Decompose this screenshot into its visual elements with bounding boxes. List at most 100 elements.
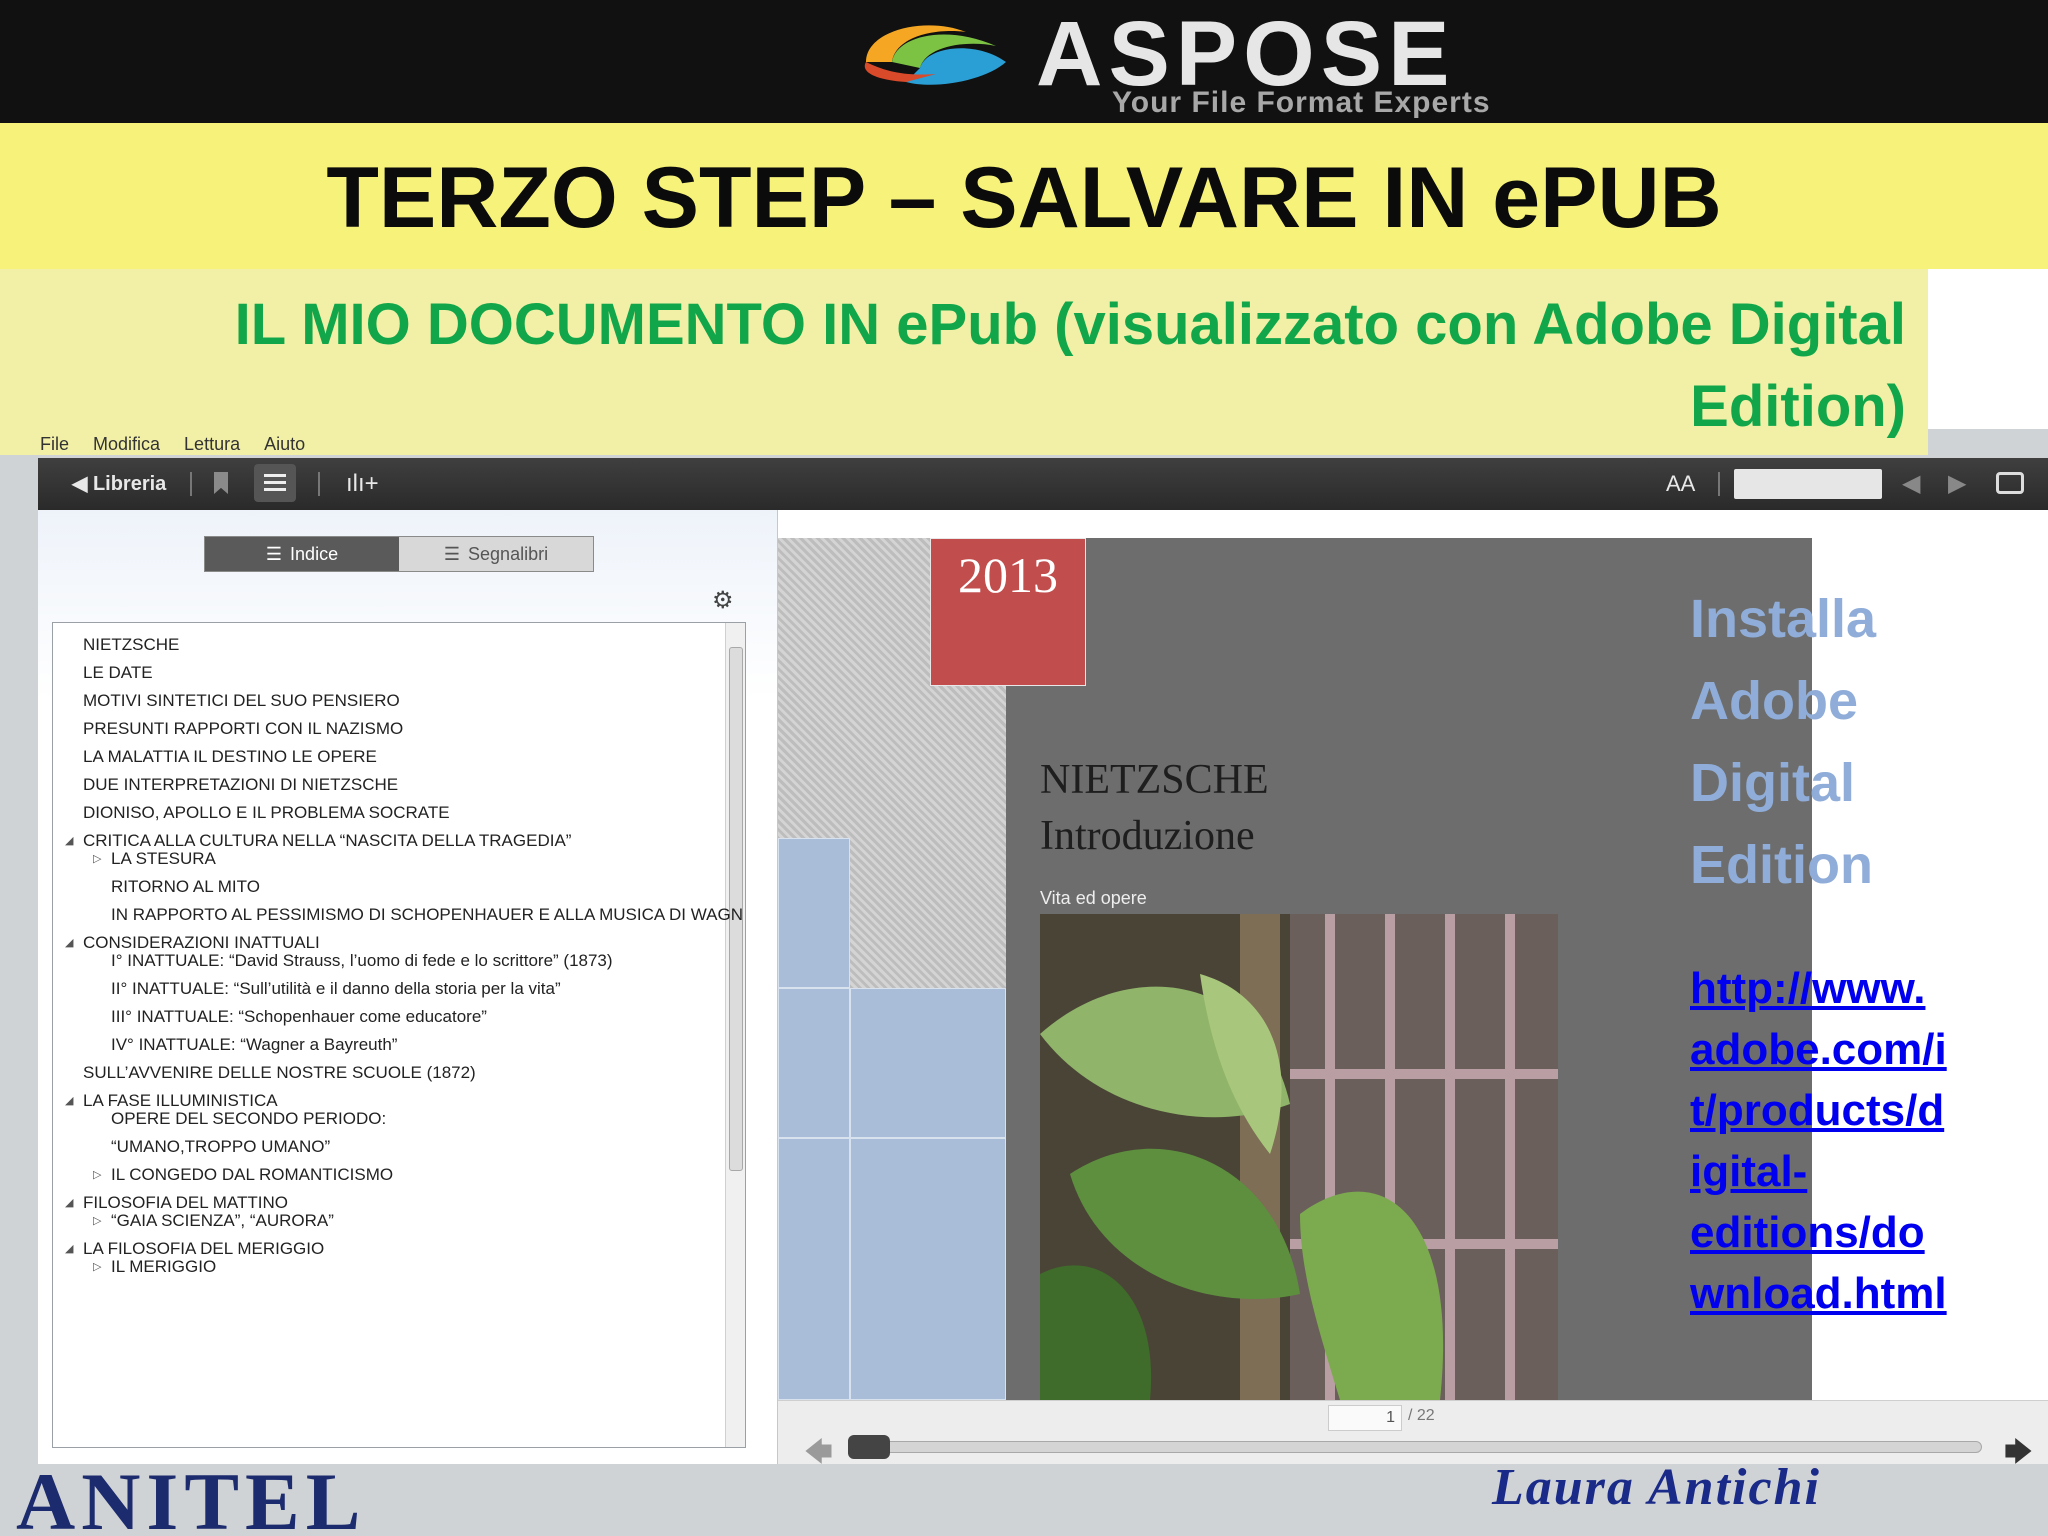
slide: ASPOSE Your File Format Experts TERZO ST…: [0, 0, 2048, 1536]
aspose-tagline: Your File Format Experts: [1112, 86, 1491, 119]
expanded-triangle-icon[interactable]: ◢: [65, 1196, 73, 1209]
reader-pager: 1 / 22 🡄 🡆: [778, 1400, 2048, 1467]
toc-item[interactable]: LA FASE ILLUMINISTICA: [83, 1091, 278, 1111]
toc-item[interactable]: LE DATE: [83, 663, 153, 683]
toc-item[interactable]: III° INATTUALE: “Schopenhauer come educa…: [111, 1007, 487, 1027]
toc-list-button[interactable]: [254, 464, 296, 502]
collapsed-triangle-icon[interactable]: ▷: [93, 852, 101, 865]
next-page-arrow-icon[interactable]: 🡆: [2004, 1431, 2033, 1479]
aspose-banner: [0, 0, 2048, 123]
font-size-icon[interactable]: AA: [1666, 458, 1695, 510]
toc-panel: ☰ Indice ☰ Segnalibri ⚙ NIETZSCHE LE DATE…: [38, 510, 778, 1464]
toolbar-divider: [1718, 472, 1720, 496]
tab-segnalibri[interactable]: ☰ Segnalibri: [399, 537, 593, 571]
cover-title-line: Introduzione: [1040, 813, 1255, 859]
install-line: Digital: [1690, 753, 1856, 813]
page-number-input[interactable]: 1: [1328, 1405, 1402, 1431]
link-line[interactable]: http://www.: [1690, 958, 1947, 1019]
toolbar-divider: [318, 472, 320, 496]
menu-bar: File Modifica Lettura Aiuto: [30, 430, 2048, 458]
previous-page-arrow-icon[interactable]: 🡄: [804, 1431, 833, 1479]
install-adobe-text: Installa Adobe Digital Edition: [1690, 578, 1876, 906]
cover-blue-tile: [778, 1138, 850, 1400]
reader-toolbar: ◀ Libreria ılı+ AA ◀ ▶: [38, 458, 2048, 510]
menu-aiuto[interactable]: Aiuto: [264, 434, 305, 455]
toc-item[interactable]: IN RAPPORTO AL PESSIMISMO DI SCHOPENHAUE…: [111, 905, 743, 925]
page-total: / 22: [1408, 1407, 1435, 1424]
toc-item[interactable]: LA MALATTIA IL DESTINO LE OPERE: [83, 747, 377, 767]
expanded-triangle-icon[interactable]: ◢: [65, 1242, 73, 1255]
toc-item[interactable]: I° INATTUALE: “David Strauss, l’uomo di …: [111, 951, 613, 971]
cover-plant-photo: [1040, 914, 1558, 1400]
tab-indice-label: Indice: [290, 543, 339, 564]
install-line: Edition: [1690, 835, 1873, 895]
toc-item[interactable]: FILOSOFIA DEL MATTINO: [83, 1193, 288, 1213]
toc-item[interactable]: DIONISO, APOLLO E IL PROBLEMA SOCRATE: [83, 803, 450, 823]
collapsed-triangle-icon[interactable]: ▷: [93, 1214, 101, 1227]
toc-list: NIETZSCHE LE DATE MOTIVI SINTETICI DEL SUO…: [52, 622, 746, 1448]
cover-blue-tile: [778, 838, 850, 988]
list-icon-line: [264, 488, 286, 491]
page-slider[interactable]: [852, 1441, 1982, 1453]
cover-blue-tile: [778, 988, 850, 1138]
toc-item[interactable]: DUE INTERPRETAZIONI DI NIETZSCHE: [83, 775, 398, 795]
toc-item[interactable]: IL CONGEDO DAL ROMANTICISMO: [111, 1165, 393, 1185]
gear-icon[interactable]: ⚙: [712, 586, 734, 615]
tab-indice[interactable]: ☰ Indice: [205, 537, 399, 571]
toc-item[interactable]: IL MERIGGIO: [111, 1257, 216, 1277]
collapsed-triangle-icon[interactable]: ▷: [93, 1260, 101, 1273]
toc-item[interactable]: MOTIVI SINTETICI DEL SUO PENSIERO: [83, 691, 400, 711]
link-line[interactable]: wnload.html: [1690, 1263, 1947, 1324]
panel-tab-switch: ☰ Indice ☰ Segnalibri: [204, 536, 594, 572]
menu-lettura[interactable]: Lettura: [184, 434, 240, 455]
chart-add-icon[interactable]: ılı+: [346, 458, 379, 510]
cover-blue-tile: [850, 988, 1006, 1138]
tab-segnalibri-label: Segnalibri: [468, 543, 549, 564]
cover-blue-tile: [850, 1138, 1006, 1400]
toc-item[interactable]: CONSIDERAZIONI INATTUALI: [83, 933, 320, 953]
install-line: Adobe: [1690, 671, 1858, 731]
toc-item[interactable]: “GAIA SCIENZA”, “AURORA”: [111, 1211, 334, 1231]
subtitle-band-edge: [1928, 269, 2048, 429]
collapsed-triangle-icon[interactable]: ▷: [93, 1168, 101, 1181]
toc-item[interactable]: “UMANO,TROPPO UMANO”: [111, 1137, 330, 1157]
toc-item[interactable]: LA STESURA: [111, 849, 216, 869]
toc-item[interactable]: NIETZSCHE: [83, 635, 179, 655]
link-line[interactable]: editions/do: [1690, 1202, 1947, 1263]
fullscreen-icon[interactable]: [1996, 472, 2024, 494]
index-list-icon: ☰: [265, 543, 283, 564]
toc-item[interactable]: RITORNO AL MITO: [111, 877, 260, 897]
toc-item[interactable]: PRESUNTI RAPPORTI CON IL NAZISMO: [83, 719, 403, 739]
expanded-triangle-icon[interactable]: ◢: [65, 1094, 73, 1107]
toc-item[interactable]: II° INATTUALE: “Sull’utilità e il danno …: [111, 979, 561, 999]
expanded-triangle-icon[interactable]: ◢: [65, 936, 73, 949]
anitel-logo: ANITEL: [16, 1456, 367, 1536]
menu-modifica[interactable]: Modifica: [93, 434, 160, 455]
toc-item[interactable]: SULL’AVVENIRE DELLE NOSTRE SCUOLE (1872): [83, 1063, 476, 1083]
toolbar-divider: [190, 472, 192, 496]
search-input[interactable]: [1734, 469, 1882, 499]
link-line[interactable]: t/products/d: [1690, 1080, 1947, 1141]
toc-item[interactable]: LA FILOSOFIA DEL MERIGGIO: [83, 1239, 324, 1259]
slide-subtitle: IL MIO DOCUMENTO IN ePub (visualizzato c…: [120, 284, 1906, 448]
next-result-icon[interactable]: ▶: [1948, 458, 1966, 510]
toc-scrollbar[interactable]: [725, 623, 745, 1447]
page-slider-thumb[interactable]: [848, 1435, 890, 1459]
adobe-download-link[interactable]: http://www. adobe.com/i t/products/d igi…: [1690, 958, 1947, 1324]
author-logo: Laura Antichi: [1492, 1459, 1821, 1516]
link-line[interactable]: adobe.com/i: [1690, 1019, 1947, 1080]
link-line[interactable]: igital-: [1690, 1141, 1947, 1202]
toc-item[interactable]: OPERE DEL SECONDO PERIODO:: [111, 1109, 386, 1129]
expanded-triangle-icon[interactable]: ◢: [65, 834, 73, 847]
bookmark-icon[interactable]: [214, 472, 228, 494]
subtitle-line: IL MIO DOCUMENTO IN ePub (visualizzato c…: [234, 292, 1906, 357]
list-icon-line: [264, 474, 286, 477]
previous-result-icon[interactable]: ◀: [1902, 458, 1920, 510]
cover-subtitle: Vita ed opere: [1040, 888, 1147, 908]
toc-item[interactable]: IV° INATTUALE: “Wagner a Bayreuth”: [111, 1035, 397, 1055]
cover-year: 2013: [958, 547, 1058, 603]
toc-item[interactable]: CRITICA ALLA CULTURA NELLA “NASCITA DELL…: [83, 831, 571, 851]
cover-title: NIETZSCHE Introduzione: [1040, 752, 1269, 864]
library-back-button[interactable]: ◀ Libreria: [72, 458, 166, 510]
menu-file[interactable]: File: [40, 434, 69, 455]
